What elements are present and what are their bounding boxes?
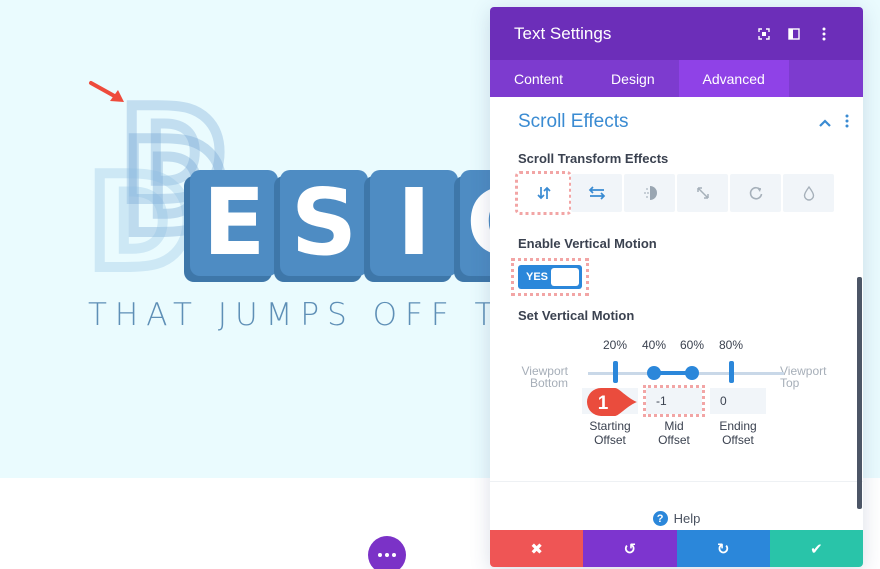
heading-graphic: D D D E S I G: [0, 0, 490, 290]
enable-vertical-motion-toggle-highlight: YES: [511, 258, 589, 296]
vertical-motion-icon: [536, 186, 551, 200]
range-end-handle[interactable]: [729, 361, 734, 383]
scaling-button[interactable]: [677, 174, 728, 212]
tab-advanced[interactable]: Advanced: [678, 60, 789, 97]
percent-label: 80%: [718, 338, 744, 352]
offset-labels: Starting Offset Mid Offset Ending Offset: [582, 419, 766, 447]
divider: [490, 481, 863, 482]
more-options-button[interactable]: [368, 536, 406, 569]
fullscreen-icon[interactable]: [749, 19, 779, 49]
undo-button[interactable]: ↺: [583, 530, 677, 567]
undo-icon: ↺: [623, 540, 637, 558]
tab-content[interactable]: Content: [490, 60, 587, 97]
horizontal-motion-button[interactable]: [571, 174, 622, 212]
settings-tabs: Content Design Advanced: [490, 60, 863, 97]
vertical-motion-button[interactable]: [515, 171, 572, 215]
scroll-transform-label: Scroll Transform Effects: [518, 151, 669, 166]
heading-word[interactable]: E S I G: [190, 170, 490, 280]
starting-offset-label: Starting Offset: [589, 419, 631, 447]
subtitle-text[interactable]: THAT JUMPS OFF THE PAGE: [88, 297, 490, 333]
redo-icon: ↻: [716, 540, 730, 558]
mid-offset-input[interactable]: -1: [643, 385, 705, 417]
panel-footer: ✖ ↺ ↻ ✔: [490, 530, 863, 567]
mid-end-handle[interactable]: [685, 366, 699, 380]
checkmark-icon: ✔: [810, 540, 823, 558]
panel-title: Text Settings: [514, 23, 612, 43]
viewport-bottom-label: Viewport Bottom: [521, 364, 568, 390]
panel-body: Scroll Effects Scroll Transform Effects: [490, 97, 863, 530]
heading-letter: S: [280, 170, 368, 276]
help-link[interactable]: ? Help: [490, 511, 863, 526]
tab-design[interactable]: Design: [587, 60, 679, 97]
ending-offset-label: Ending Offset: [719, 419, 757, 447]
section-title: Scroll Effects: [518, 111, 629, 132]
enable-vertical-motion-label: Enable Vertical Motion: [518, 236, 657, 251]
rotate-icon: [749, 186, 762, 200]
blur-button[interactable]: [783, 174, 834, 212]
heading-letter: G: [460, 170, 490, 276]
horizontal-motion-icon: [588, 186, 605, 200]
scroll-effects-header[interactable]: Scroll Effects: [518, 111, 849, 133]
redo-button[interactable]: ↻: [676, 530, 770, 567]
toggle-knob: [551, 268, 579, 286]
more-vertical-icon[interactable]: [809, 19, 839, 49]
droplet-icon: [803, 185, 814, 201]
heading-letter: E: [190, 170, 278, 276]
fading-button[interactable]: [624, 174, 675, 212]
ending-offset-input[interactable]: 0: [710, 388, 766, 414]
rotating-button[interactable]: [730, 174, 781, 212]
motion-percent-labels: 20% 40% 60% 80%: [490, 338, 863, 354]
section-more-icon[interactable]: [845, 114, 849, 131]
scroll-effects-list: [515, 171, 834, 215]
sidebar-layout-icon[interactable]: [779, 19, 809, 49]
heading-ghost-letter: D: [83, 149, 199, 291]
save-button[interactable]: ✔: [769, 530, 863, 567]
close-icon: ✖: [530, 540, 543, 558]
percent-label: 20%: [602, 338, 628, 352]
text-settings-panel: Text Settings Content Design Advanced Sc…: [490, 7, 863, 567]
panel-header[interactable]: Text Settings: [490, 7, 863, 60]
help-icon: ?: [652, 511, 668, 526]
panel-scrollbar[interactable]: [857, 277, 862, 509]
enable-vertical-motion-toggle[interactable]: YES: [518, 265, 582, 289]
viewport-top-label: Viewport Top: [780, 364, 827, 390]
percent-label: 40%: [641, 338, 667, 352]
fading-icon: [643, 186, 657, 200]
toggle-label: YES: [526, 271, 549, 283]
percent-label: 60%: [679, 338, 705, 352]
chevron-up-icon[interactable]: [819, 114, 831, 130]
mid-start-handle[interactable]: [647, 366, 661, 380]
scaling-icon: [696, 187, 709, 199]
cancel-button[interactable]: ✖: [490, 530, 584, 567]
svg-text:1: 1: [598, 393, 609, 414]
range-start-handle[interactable]: [613, 361, 618, 383]
step-callout-badge: 1: [587, 388, 637, 416]
heading-letter: I: [370, 170, 458, 276]
ellipsis-icon: [378, 553, 382, 557]
help-label: Help: [673, 511, 701, 526]
set-vertical-motion-label: Set Vertical Motion: [518, 308, 635, 323]
mid-offset-label: Mid Offset: [658, 419, 690, 447]
